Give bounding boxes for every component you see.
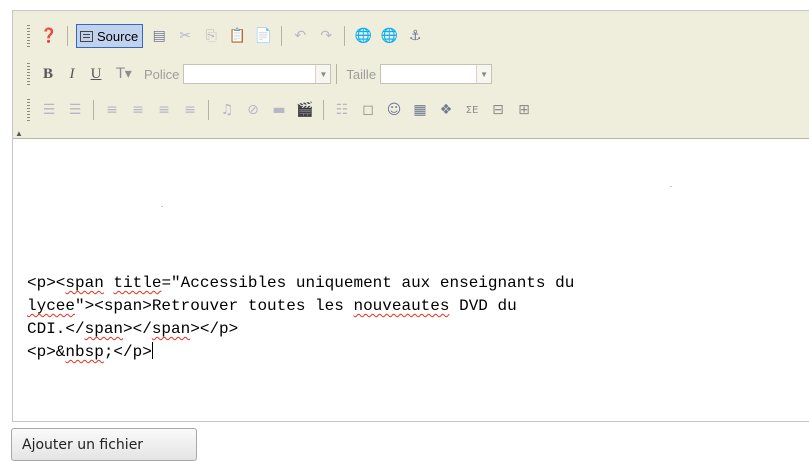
- toolbar-separator: [93, 100, 94, 120]
- artifact-dot: [161, 206, 163, 207]
- spell-error-span-close-2: span: [151, 320, 191, 338]
- numbered-list-icon[interactable]: ☰: [39, 100, 59, 120]
- source-icon: [80, 30, 93, 42]
- template-list-icon[interactable]: ☷: [332, 100, 352, 120]
- copy-icon[interactable]: ⎘: [201, 26, 221, 46]
- table-icon[interactable]: ▦: [410, 100, 430, 120]
- rich-text-editor: ❓ Source ▤ ✂ ⎘ 📋 📄 ↶ ↷ 🌐 🌐 ⚓ B I U T▾ Po…: [12, 10, 809, 422]
- code-line-3-part-c: ></p>: [190, 320, 239, 338]
- font-label: Police: [144, 66, 180, 82]
- smiley-icon[interactable]: ☺: [384, 100, 404, 120]
- toolbar-separator: [281, 26, 283, 46]
- add-file-button[interactable]: Ajouter un fichier: [11, 428, 197, 461]
- editor-toolbar: ❓ Source ▤ ✂ ⎘ 📋 📄 ↶ ↷ 🌐 🌐 ⚓ B I U T▾ Po…: [13, 11, 809, 139]
- audio-icon[interactable]: ♫: [217, 100, 237, 120]
- help-icon[interactable]: ❓: [39, 26, 59, 46]
- bulleted-list-icon[interactable]: ☰: [65, 100, 85, 120]
- size-label: Taille: [346, 66, 377, 82]
- size-select[interactable]: ▼: [380, 64, 493, 84]
- code-line-4-part-a: <p>&: [27, 343, 66, 361]
- code-line-3-part-a: CDI.</: [27, 320, 85, 338]
- frame-icon[interactable]: ◻: [358, 100, 378, 120]
- paste-icon[interactable]: 📋: [227, 26, 247, 46]
- toolbar-separator: [208, 100, 209, 120]
- page-break-icon[interactable]: ⊟: [488, 100, 508, 120]
- toolbar-separator: [67, 26, 68, 46]
- source-button[interactable]: Source: [76, 24, 144, 48]
- chevron-down-icon[interactable]: ▼: [315, 65, 331, 83]
- code-line-2-end: DVD du: [449, 297, 517, 315]
- spell-error-span-close: span: [84, 320, 124, 338]
- align-center-icon[interactable]: ≡: [128, 100, 148, 120]
- justify-icon[interactable]: ≡: [180, 100, 200, 120]
- code-line-3-part-b: ></: [123, 320, 152, 338]
- source-text-area[interactable]: <p><span title="Accessibles uniquement a…: [13, 138, 809, 421]
- code-line-1-part-b: ="Accessibles uniquement aux enseignants…: [161, 274, 575, 292]
- toolbar-grip[interactable]: [27, 63, 30, 85]
- redo-icon[interactable]: ↷: [316, 26, 336, 46]
- toolbar-collapse-icon[interactable]: ▲: [15, 129, 23, 138]
- code-line-1-part-a: <p><: [27, 274, 66, 292]
- flash-icon[interactable]: ⊘: [243, 100, 263, 120]
- anchor-icon[interactable]: ⚓: [405, 26, 425, 46]
- spell-error-span: span: [65, 274, 104, 292]
- underline-button[interactable]: U: [84, 66, 108, 83]
- font-select[interactable]: ▼: [183, 64, 332, 84]
- code-line-2-part-a: "><span>Retrouver toutes les: [75, 297, 354, 315]
- paste-word-icon[interactable]: 📄: [253, 26, 273, 46]
- horizontal-rule-icon[interactable]: ⊞: [514, 100, 534, 120]
- align-left-icon[interactable]: ≡: [102, 100, 122, 120]
- italic-button[interactable]: I: [60, 66, 84, 83]
- spell-error-lycee: lycee: [27, 297, 76, 315]
- link-icon[interactable]: 🌐: [353, 26, 373, 46]
- spell-error-title: title: [113, 274, 162, 292]
- special-char-icon[interactable]: ❖: [436, 100, 456, 120]
- toolbar-grip[interactable]: [27, 25, 30, 47]
- toolbar-separator: [336, 64, 338, 84]
- spell-error-nouveautes: nouveautes: [353, 297, 450, 315]
- spell-error-nbsp: nbsp: [65, 343, 104, 361]
- chevron-down-icon[interactable]: ▼: [476, 65, 492, 83]
- align-right-icon[interactable]: ≡: [154, 100, 174, 120]
- preview-icon[interactable]: ▤: [149, 26, 169, 46]
- toolbar-row-2: B I U T▾ Police ▼ Taille ▼: [27, 61, 493, 87]
- toolbar-row-1: ❓ Source ▤ ✂ ⎘ 📋 📄 ↶ ↷ 🌐 🌐 ⚓: [27, 23, 428, 49]
- toolbar-grip[interactable]: [27, 99, 30, 121]
- toolbar-separator: [323, 100, 324, 120]
- latex-icon[interactable]: ΣΕ: [462, 100, 482, 120]
- toolbar-row-3: ☰ ☰ ≡ ≡ ≡ ≡ ♫ ⊘ ▬ 🎬 ☷ ◻ ☺ ▦ ❖ ΣΕ ⊟ ⊞: [27, 97, 537, 123]
- source-code: <p><span title="Accessibles uniquement a…: [27, 272, 574, 364]
- unlink-icon[interactable]: 🌐: [379, 26, 399, 46]
- image-icon[interactable]: ▬: [269, 100, 289, 120]
- bold-button[interactable]: B: [36, 66, 60, 83]
- text-color-icon[interactable]: T▾: [111, 64, 137, 84]
- source-label: Source: [97, 28, 139, 44]
- video-icon[interactable]: 🎬: [295, 100, 315, 120]
- text-caret: [151, 342, 153, 359]
- undo-icon[interactable]: ↶: [290, 26, 310, 46]
- code-line-4-part-b: ;</p>: [103, 343, 152, 361]
- artifact-dot: [670, 186, 672, 187]
- toolbar-separator: [344, 26, 346, 46]
- cut-icon[interactable]: ✂: [175, 26, 195, 46]
